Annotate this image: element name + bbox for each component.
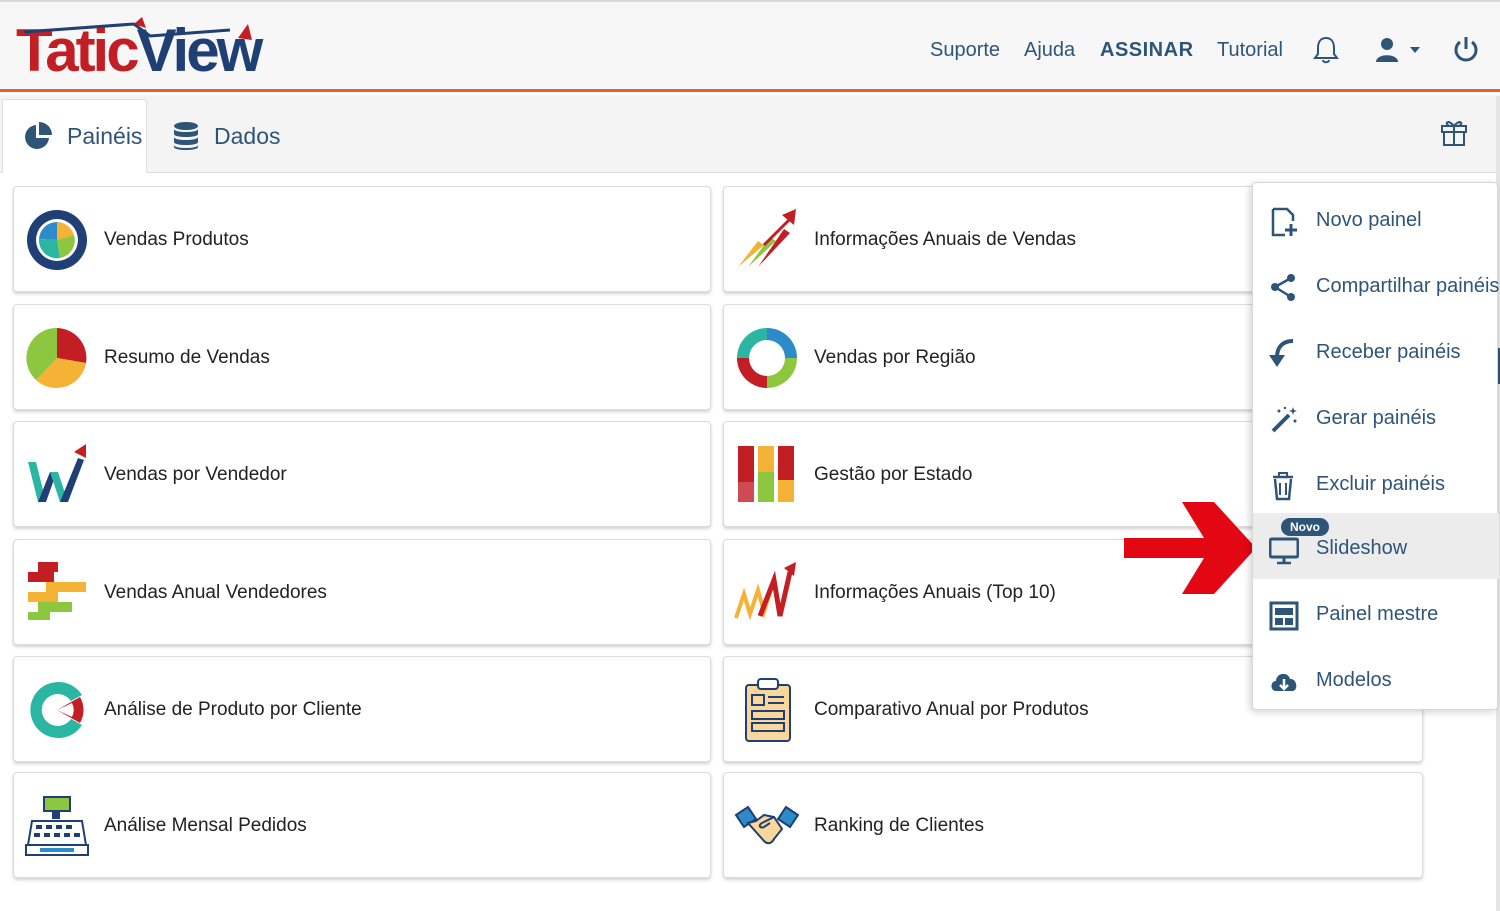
panel-title: Gestão por Estado	[814, 464, 973, 485]
panel-card-ranking-clientes[interactable]: Ranking de Clientes	[723, 772, 1423, 878]
panel-title: Vendas por Região	[814, 347, 976, 368]
gantt-icon	[28, 562, 86, 620]
new-document-icon	[1271, 207, 1297, 237]
panel-title: Informações Anuais (Top 10)	[814, 582, 1056, 603]
top-header: TaticView Suporte Ajuda ASSINAR Tutorial	[0, 0, 1500, 92]
tab-bar: Painéis Dados	[0, 95, 1500, 173]
magic-wand-icon	[1271, 406, 1297, 433]
menu-item-compartilhar-paineis[interactable]: Compartilhar painéis	[1253, 253, 1499, 319]
tab-dados[interactable]: Dados	[172, 99, 302, 173]
nav-tutorial-link[interactable]: Tutorial	[1217, 38, 1283, 62]
tab-dados-label: Dados	[214, 122, 281, 149]
panel-title: Análise Mensal Pedidos	[104, 815, 307, 836]
pie-ring-icon	[27, 210, 87, 270]
trash-icon	[1273, 472, 1293, 501]
logo-arrow-icon	[23, 17, 252, 40]
nav-ajuda-link[interactable]: Ajuda	[1024, 38, 1075, 62]
database-icon	[174, 122, 198, 150]
panel-card-vendas-por-vendedor[interactable]: Vendas por Vendedor	[13, 421, 711, 527]
tab-paineis-label: Painéis	[67, 122, 143, 149]
panel-title: Análise de Produto por Cliente	[104, 699, 362, 720]
new-badge: Novo	[1281, 518, 1329, 536]
panel-title: Vendas Produtos	[104, 229, 249, 250]
cash-register-icon	[25, 796, 89, 856]
menu-item-excluir-paineis[interactable]: Excluir painéis	[1253, 451, 1499, 517]
power-icon[interactable]	[1452, 35, 1480, 63]
user-icon[interactable]	[1374, 36, 1424, 64]
monitor-icon	[1269, 537, 1299, 565]
receive-arrow-icon	[1269, 339, 1294, 367]
stacked-bars-icon	[738, 446, 794, 502]
handshake-icon	[734, 805, 800, 845]
panel-title: Comparativo Anual por Produtos	[814, 699, 1089, 720]
menu-item-label: Compartilhar painéis	[1316, 274, 1500, 297]
menu-item-label: Excluir painéis	[1316, 472, 1445, 495]
menu-item-label: Gerar painéis	[1316, 406, 1437, 429]
panel-title: Vendas por Vendedor	[104, 464, 287, 485]
panel-title: Ranking de Clientes	[814, 815, 985, 836]
menu-item-gerar-paineis[interactable]: Gerar painéis	[1253, 385, 1499, 451]
pie-icon	[26, 327, 87, 389]
panel-card-analise-produto-cliente[interactable]: Análise de Produto por Cliente	[13, 656, 711, 762]
menu-item-label: Modelos	[1316, 668, 1392, 691]
nav-assinar-link[interactable]: ASSINAR	[1100, 38, 1194, 62]
menu-item-label: Novo painel	[1316, 208, 1422, 231]
panel-card-vendas-anual-vendedores[interactable]: Vendas Anual Vendedores	[13, 539, 711, 645]
taticview-logo[interactable]: TaticView	[16, 16, 263, 84]
donut-icon	[737, 328, 797, 388]
menu-item-label: Receber painéis	[1316, 340, 1461, 363]
panel-title: Vendas Anual Vendedores	[104, 582, 327, 603]
menu-item-receber-paineis[interactable]: Receber painéis	[1253, 319, 1499, 385]
master-panel-icon	[1269, 601, 1299, 631]
menu-item-novo-painel[interactable]: Novo painel	[1253, 187, 1499, 253]
menu-item-slideshow[interactable]: Novo Slideshow	[1253, 513, 1499, 579]
rising-arrows-icon	[738, 209, 796, 267]
panel-card-resumo-vendas[interactable]: Resumo de Vendas	[13, 304, 711, 410]
menu-item-painel-mestre[interactable]: Painel mestre	[1253, 581, 1499, 647]
panel-title: Resumo de Vendas	[104, 347, 270, 368]
pie-chart-icon	[25, 122, 52, 149]
menu-item-modelos[interactable]: Modelos	[1253, 647, 1499, 713]
menu-item-label: Painel mestre	[1316, 602, 1439, 625]
w-arrow-icon	[28, 444, 86, 502]
menu-item-label: Slideshow	[1316, 537, 1408, 559]
panel-title: Informações Anuais de Vendas	[814, 229, 1076, 250]
clipboard-icon	[745, 678, 791, 742]
red-pointer-arrow-icon	[1124, 502, 1256, 594]
panel-card-vendas-produtos[interactable]: Vendas Produtos	[13, 186, 711, 292]
nav-suporte-link[interactable]: Suporte	[930, 38, 1000, 62]
share-icon	[1271, 274, 1295, 301]
c-pie-icon	[30, 682, 84, 738]
panels-actions-menu: Novo painel Compartilhar painéis Receber…	[1252, 182, 1499, 713]
zigzag-arrow-icon	[734, 562, 796, 621]
bell-icon[interactable]	[1312, 35, 1340, 65]
gift-icon[interactable]	[1440, 117, 1468, 147]
tab-paineis[interactable]: Painéis	[2, 99, 147, 173]
panel-card-analise-mensal-pedidos[interactable]: Análise Mensal Pedidos	[13, 772, 711, 878]
cloud-download-icon	[1271, 673, 1297, 691]
